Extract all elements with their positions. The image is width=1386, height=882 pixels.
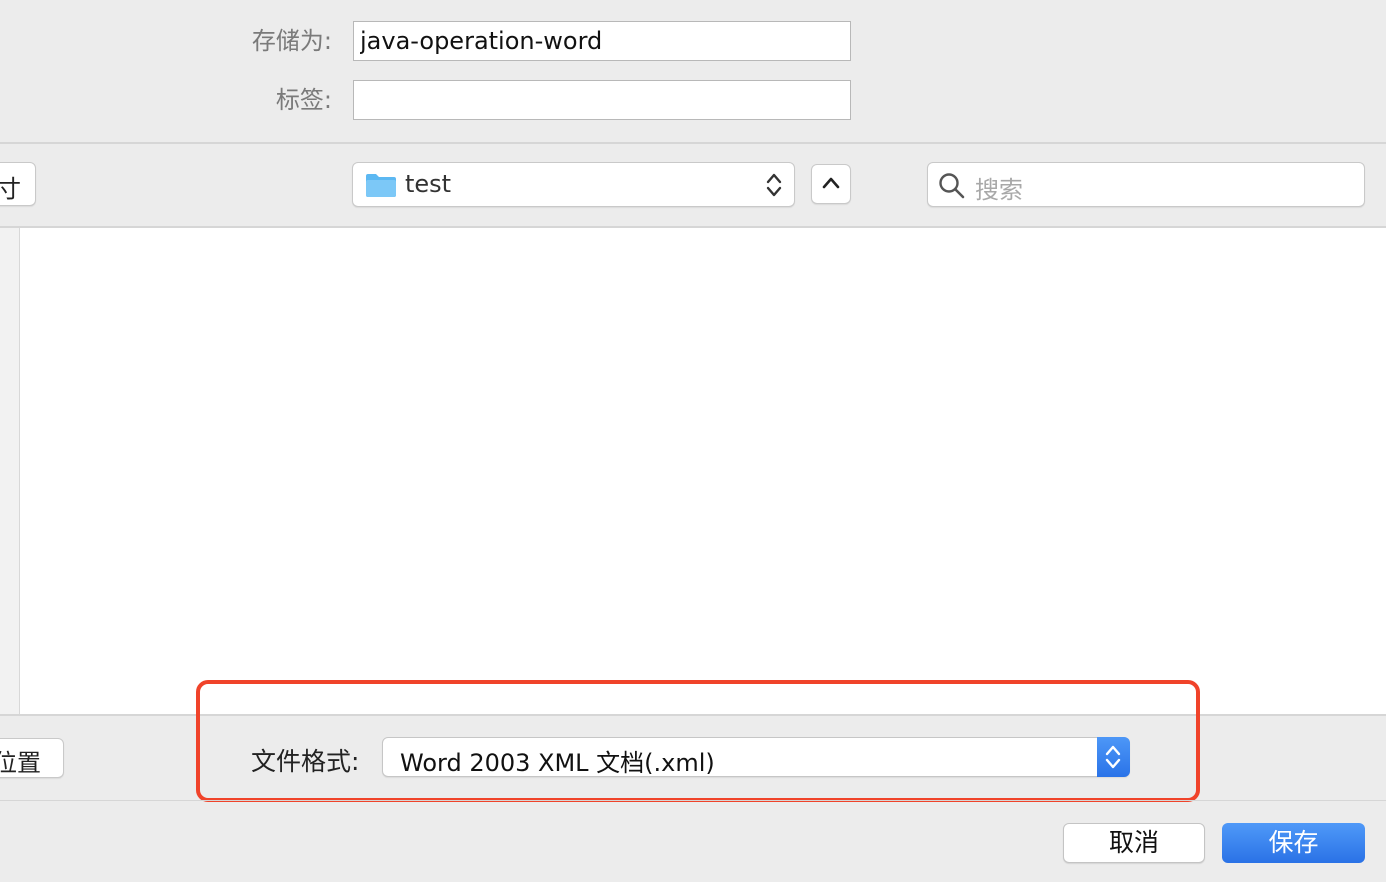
- parent-folder-button[interactable]: [811, 164, 851, 204]
- location-popup[interactable]: test: [352, 162, 795, 207]
- search-placeholder: 搜索: [975, 176, 1023, 204]
- highlight-box: [196, 680, 1200, 802]
- sidebar-toggle-button[interactable]: 寸: [0, 162, 36, 206]
- cancel-button[interactable]: 取消: [1063, 823, 1205, 863]
- save-as-input[interactable]: [353, 21, 851, 61]
- sidebar[interactable]: [0, 228, 20, 714]
- search-icon: [938, 172, 966, 204]
- new-folder-label: 位置: [0, 749, 41, 777]
- folder-icon: [365, 172, 397, 202]
- new-folder-button[interactable]: 位置: [0, 738, 64, 778]
- tags-input[interactable]: [353, 80, 851, 120]
- location-label: test: [405, 170, 452, 198]
- footer-separator: [0, 800, 1386, 801]
- top-separator: [0, 142, 1386, 144]
- tags-label: 标签:: [275, 86, 332, 114]
- sidebar-toggle-label: 寸: [0, 175, 21, 203]
- chevron-up-icon: [821, 175, 841, 195]
- search-field[interactable]: 搜索: [927, 162, 1365, 207]
- save-button[interactable]: 保存: [1222, 823, 1365, 863]
- save-as-label: 存储为:: [251, 27, 332, 55]
- file-browser[interactable]: [20, 228, 1386, 714]
- chevron-updown-icon: [765, 170, 783, 204]
